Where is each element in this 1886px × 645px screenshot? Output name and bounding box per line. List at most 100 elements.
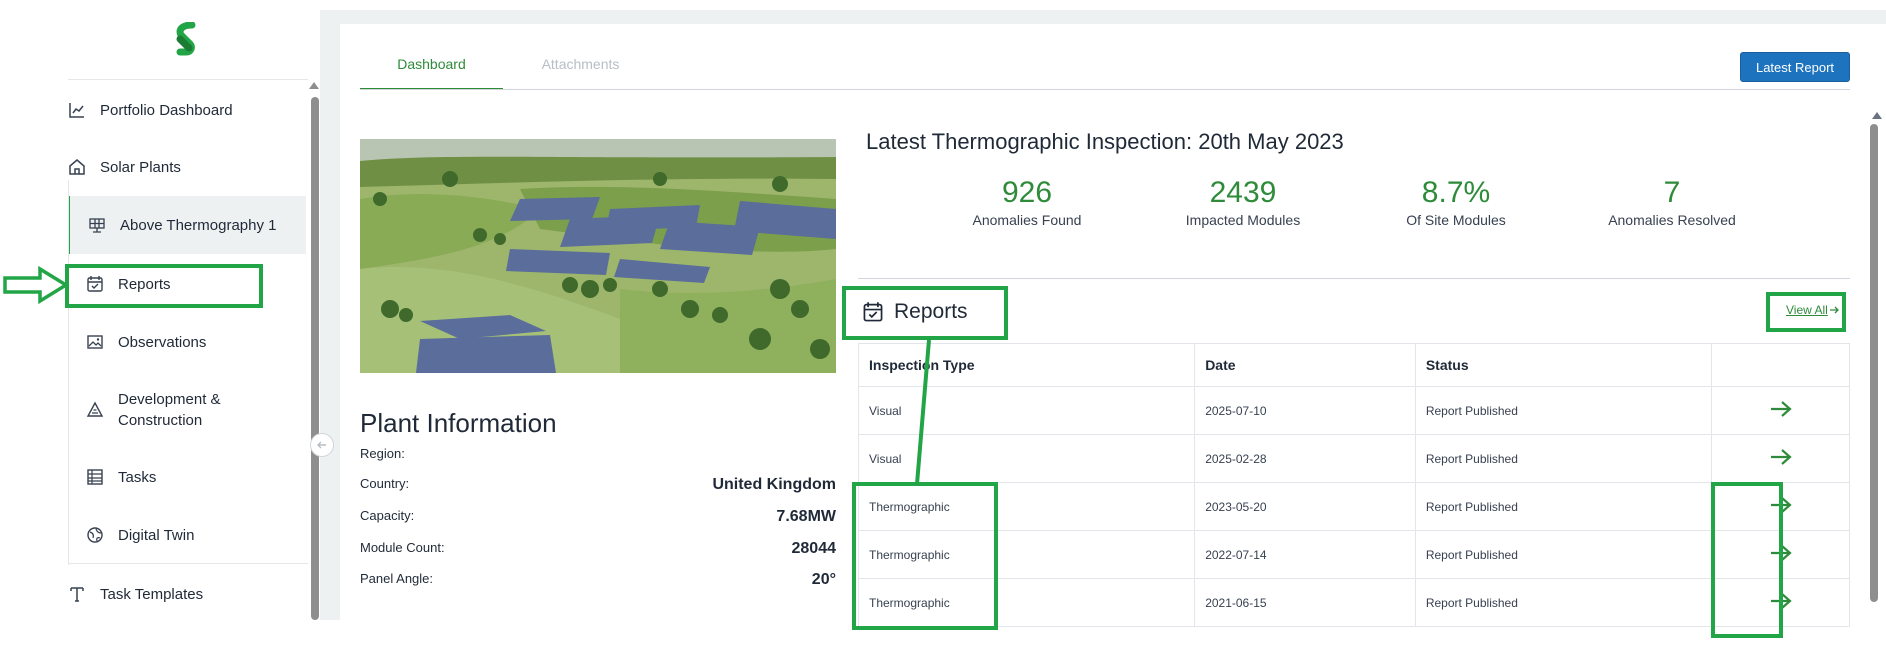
stat-anomalies-resolved: 7 Anomalies Resolved bbox=[1577, 176, 1767, 228]
cell-date: 2025-02-28 bbox=[1194, 434, 1416, 483]
tabs-divider bbox=[360, 89, 1850, 90]
plant-info-row-panel-angle: Panel Angle: 20° bbox=[360, 571, 836, 593]
column-header-date: Date bbox=[1194, 343, 1416, 387]
info-value: United Kingdom bbox=[712, 476, 836, 493]
table-row: Thermographic 2022-07-14 Report Publishe… bbox=[857, 530, 1850, 579]
sidebar-divider bbox=[68, 79, 308, 80]
sidebar-item-label: Portfolio Dashboard bbox=[100, 101, 233, 119]
highlight-box-view-all bbox=[1766, 292, 1846, 332]
sidebar-tree-line bbox=[68, 180, 69, 565]
image-icon bbox=[87, 335, 103, 349]
table-row: Visual 2025-02-28 Report Published bbox=[857, 434, 1850, 483]
tab-label: Attachments bbox=[541, 56, 620, 72]
plant-info-row-country: Country: United Kingdom bbox=[360, 476, 836, 498]
table-header-row: Inspection Type Date Status bbox=[857, 343, 1850, 387]
template-icon bbox=[70, 587, 84, 602]
stat-anomalies-found: 926 Anomalies Found bbox=[932, 176, 1122, 228]
info-key: Panel Angle: bbox=[360, 571, 434, 586]
app-logo-icon bbox=[176, 22, 196, 56]
info-value: 7.68MW bbox=[776, 508, 836, 525]
table-icon bbox=[87, 469, 103, 485]
highlight-box-sidebar-reports bbox=[65, 264, 263, 308]
info-value: 20° bbox=[811, 571, 836, 588]
plant-info-row-capacity: Capacity: 7.68MW bbox=[360, 508, 836, 530]
table-row: Thermographic 2023-05-20 Report Publishe… bbox=[857, 482, 1850, 531]
inspection-title: Latest Thermographic Inspection: 20th Ma… bbox=[866, 129, 1344, 154]
sidebar-item-task-templates[interactable]: Task Templates bbox=[68, 583, 308, 605]
cell-inspection-type: Visual bbox=[857, 386, 1196, 435]
info-key: Region: bbox=[360, 446, 405, 461]
column-header-status: Status bbox=[1414, 343, 1713, 387]
content-gutter bbox=[320, 10, 340, 620]
tab-dashboard[interactable]: Dashboard bbox=[360, 56, 503, 90]
main-scroll-up-arrow-icon[interactable] bbox=[1872, 112, 1882, 119]
cell-status: Report Published bbox=[1414, 482, 1713, 531]
cell-status: Report Published bbox=[1414, 530, 1713, 579]
stat-value: 926 bbox=[1001, 176, 1053, 209]
tab-label: Dashboard bbox=[397, 56, 466, 72]
arrow-left-icon bbox=[317, 441, 326, 449]
plant-info-row-module-count: Module Count: 28044 bbox=[360, 540, 836, 562]
collapse-sidebar-button[interactable] bbox=[310, 433, 334, 457]
sidebar-item-label: Digital Twin bbox=[118, 526, 195, 544]
cell-inspection-type: Visual bbox=[857, 434, 1196, 483]
sidebar-item-development-construction[interactable]: Development & Construction bbox=[86, 388, 286, 432]
cell-date: 2025-07-10 bbox=[1194, 386, 1416, 435]
info-key: Capacity: bbox=[360, 508, 415, 523]
stat-label: Anomalies Found bbox=[972, 212, 1082, 228]
stat-value: 8.7% bbox=[1421, 176, 1491, 209]
sidebar-item-solar-plants[interactable]: Solar Plants bbox=[68, 156, 308, 178]
highlight-box-thermographic-rows bbox=[852, 482, 998, 630]
pointer-arrow-icon bbox=[3, 266, 70, 304]
scroll-up-arrow-icon[interactable] bbox=[309, 82, 319, 89]
column-header-inspection-type: Inspection Type bbox=[857, 343, 1196, 387]
cell-date: 2023-05-20 bbox=[1194, 482, 1416, 531]
stat-site-modules-percent: 8.7% Of Site Modules bbox=[1361, 176, 1551, 228]
sidebar-item-observations[interactable]: Observations bbox=[86, 331, 286, 353]
sidebar-item-tasks[interactable]: Tasks bbox=[86, 466, 286, 488]
info-value: 28044 bbox=[791, 540, 837, 557]
cell-open bbox=[1711, 386, 1850, 435]
plant-info-row-region: Region: bbox=[360, 446, 836, 468]
cell-open bbox=[1711, 434, 1850, 483]
sidebar-scroll-thumb[interactable] bbox=[311, 97, 319, 620]
stat-label: Anomalies Resolved bbox=[1608, 212, 1736, 228]
solar-panel-icon bbox=[89, 218, 105, 233]
open-report-arrow-icon[interactable] bbox=[1769, 447, 1793, 467]
highlight-box-reports-header bbox=[842, 286, 1008, 340]
info-key: Module Count: bbox=[360, 540, 445, 555]
table-row: Visual 2025-07-10 Report Published bbox=[857, 386, 1850, 435]
latest-report-button[interactable]: Latest Report bbox=[1740, 52, 1850, 82]
sidebar-item-portfolio-dashboard[interactable]: Portfolio Dashboard bbox=[68, 99, 308, 121]
stat-value: 2439 bbox=[1209, 176, 1277, 209]
info-key: Country: bbox=[360, 476, 410, 491]
tab-attachments[interactable]: Attachments bbox=[503, 56, 658, 88]
cell-status: Report Published bbox=[1414, 386, 1713, 435]
cell-date: 2022-07-14 bbox=[1194, 530, 1416, 579]
sidebar-item-label: Development & Construction bbox=[118, 391, 221, 429]
cell-status: Report Published bbox=[1414, 434, 1713, 483]
stat-value: 7 bbox=[1663, 176, 1681, 209]
table-row: Thermographic 2021-06-15 Report Publishe… bbox=[857, 578, 1850, 627]
sidebar-item-label: Above Thermography 1 bbox=[120, 216, 277, 234]
plant-info-title: Plant Information bbox=[360, 408, 557, 438]
sidebar-item-label: Solar Plants bbox=[100, 158, 181, 176]
stat-impacted-modules: 2439 Impacted Modules bbox=[1148, 176, 1338, 228]
sidebar-divider bbox=[68, 563, 308, 564]
sidebar-item-label: Observations bbox=[118, 333, 207, 351]
sidebar-item-digital-twin[interactable]: Digital Twin bbox=[86, 524, 286, 546]
stat-label: Impacted Modules bbox=[1185, 212, 1301, 228]
sidebar-item-above-thermography[interactable]: Above Thermography 1 bbox=[68, 196, 306, 254]
highlight-box-report-arrows bbox=[1711, 482, 1783, 638]
stat-label: Of Site Modules bbox=[1406, 212, 1506, 228]
column-header-actions bbox=[1711, 343, 1850, 387]
cell-status: Report Published bbox=[1414, 578, 1713, 627]
open-report-arrow-icon[interactable] bbox=[1769, 399, 1793, 419]
home-icon bbox=[69, 159, 85, 175]
construction-icon bbox=[86, 401, 104, 417]
plant-aerial-photo bbox=[360, 139, 836, 373]
main-scroll-thumb[interactable] bbox=[1870, 124, 1878, 602]
cell-date: 2021-06-15 bbox=[1194, 578, 1416, 627]
top-strip bbox=[320, 10, 1886, 24]
reports-table: Inspection Type Date Status Visual 2025-… bbox=[857, 343, 1850, 627]
